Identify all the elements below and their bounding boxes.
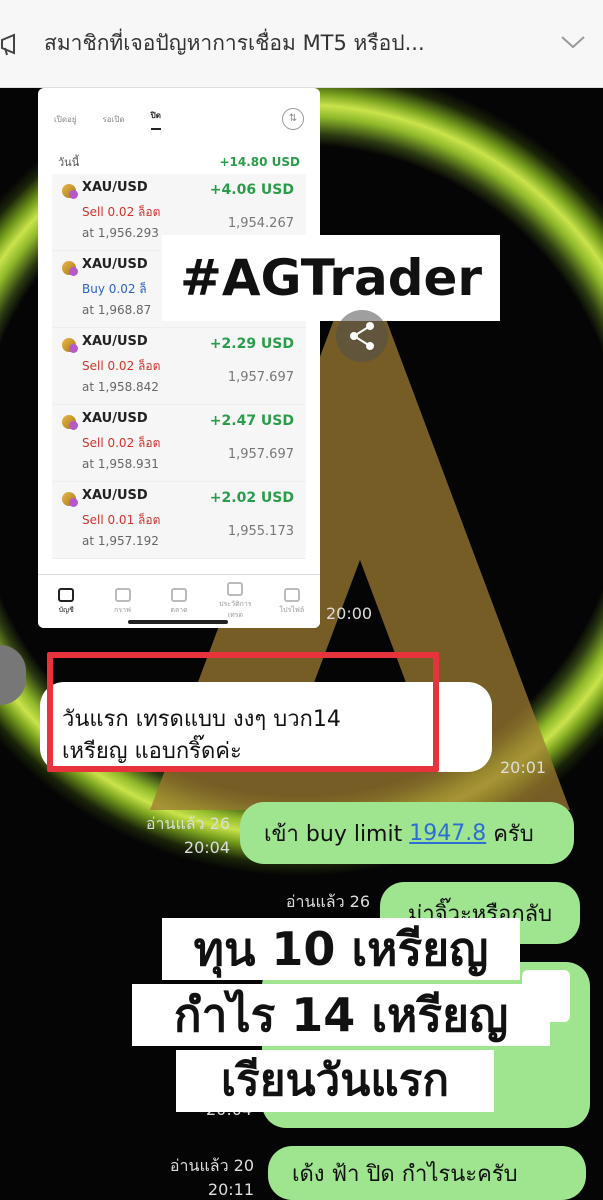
nav-market-label: ตลาด xyxy=(170,605,188,614)
nav-profile-label: โปรไฟล์ xyxy=(279,605,305,614)
nav-account-label: บัญชี xyxy=(58,605,74,614)
dollar-coin-icon xyxy=(69,267,78,276)
dollar-coin-icon xyxy=(69,190,78,199)
nav-chart-label: กราฟ xyxy=(114,605,132,614)
position-current-price: 1,957.697 xyxy=(227,447,294,462)
message-time: 20:11 xyxy=(207,1180,254,1199)
read-receipt-text: อ่านแล้ว 26 xyxy=(145,814,230,833)
read-receipt-text: อ่านแล้ว 20 xyxy=(169,1156,254,1175)
position-profit: +4.06 USD xyxy=(209,182,294,198)
outgoing-message-text: เข้า buy limit xyxy=(264,821,410,847)
price-link[interactable]: 1947.8 xyxy=(409,821,486,846)
chart-icon xyxy=(114,587,131,602)
message-time: 20:04 xyxy=(183,838,230,857)
nav-profile: โปรไฟล์ xyxy=(272,587,312,616)
read-receipt: อ่านแล้ว 26 xyxy=(285,892,370,911)
nav-account: บัญชี xyxy=(46,587,86,616)
outgoing-message-bubble[interactable]: เข้า buy limit 1947.8 ครับ xyxy=(240,802,574,864)
profile-icon xyxy=(283,587,300,602)
highlight-box xyxy=(47,652,439,772)
account-icon xyxy=(58,587,75,602)
tab-pending: รอเปิด xyxy=(102,114,125,124)
read-receipt: อ่านแล้ว 20 20:11 xyxy=(150,1154,254,1200)
outgoing-message-text-suffix: ครับ xyxy=(486,821,534,847)
message-time: 20:00 xyxy=(326,604,373,623)
position-card: XAU/USD Sell 0.02 ล็อต at 1,958.931 +2.47 U… xyxy=(52,405,306,482)
tab-open: เปิดอยู่ xyxy=(54,114,77,124)
caption-line-1: ทุน 10 เหรียญ xyxy=(162,918,520,980)
caption-line-3: เรียนวันแรก xyxy=(176,1050,494,1112)
position-list: XAU/USD Sell 0.02 ล็อต at 1,956.293 +4.06 U… xyxy=(38,174,320,559)
position-card: XAU/USD Sell 0.01 ล็อต at 1,957.192 +2.02 U… xyxy=(52,482,306,559)
caption-line-2: กำไร 14 เหรียญ xyxy=(132,984,550,1046)
globe-icon xyxy=(170,587,187,602)
position-profit: +2.29 USD xyxy=(209,336,294,352)
announcement-bar[interactable]: สมาชิกที่เจอปัญหาการเชื่อม MT5 หรือป... xyxy=(0,0,603,88)
position-current-price: 1,955.173 xyxy=(227,524,294,539)
position-card: XAU/USD Sell 0.02 ล็อต at 1,958.842 +2.29 U… xyxy=(52,328,306,405)
megaphone-icon xyxy=(0,29,30,59)
dollar-coin-icon xyxy=(69,421,78,430)
chevron-down-icon[interactable] xyxy=(543,31,603,56)
share-icon[interactable] xyxy=(336,310,388,362)
outgoing-message-bubble[interactable]: เด้ง ฟ้า ปิด กำไรนะครับ xyxy=(268,1146,586,1200)
nav-history-label: ประวัติการเทรด xyxy=(219,600,252,619)
today-pnl: +14.80 USD xyxy=(219,155,300,169)
nav-history: ประวัติการเทรด xyxy=(215,582,255,621)
history-icon xyxy=(227,582,244,596)
sort-icon: ⇅ xyxy=(282,108,304,130)
outgoing-message-text: เด้ง ฟ้า ปิด กำไรนะครับ xyxy=(292,1161,518,1187)
dollar-coin-icon xyxy=(69,344,78,353)
nav-chart: กราฟ xyxy=(103,587,143,616)
position-profit: +2.02 USD xyxy=(209,490,294,506)
dollar-coin-icon xyxy=(69,498,78,507)
screenshot-tabs: เปิดอยู่ รอเปิด ปิด ⇅ xyxy=(38,88,320,150)
trade-screenshot-image[interactable]: เปิดอยู่ รอเปิด ปิด ⇅ วันนี้ +14.80 USD … xyxy=(38,88,320,628)
read-receipt: อ่านแล้ว 26 20:04 xyxy=(120,812,230,860)
position-profit: +2.47 USD xyxy=(209,413,294,429)
nav-market: ตลาด xyxy=(159,587,199,616)
today-summary: วันนี้ +14.80 USD xyxy=(38,150,320,174)
overlay-hashtag: #AGTrader xyxy=(162,235,500,321)
incoming-message-time: 20:01 xyxy=(500,758,547,777)
tab-closed: ปิด xyxy=(150,109,161,130)
position-current-price: 1,957.697 xyxy=(227,370,294,385)
home-indicator xyxy=(128,620,228,624)
announcement-text: สมาชิกที่เจอปัญหาการเชื่อม MT5 หรือป... xyxy=(44,31,425,55)
today-label: วันนี้ xyxy=(58,156,80,169)
position-current-price: 1,954.267 xyxy=(227,216,294,231)
